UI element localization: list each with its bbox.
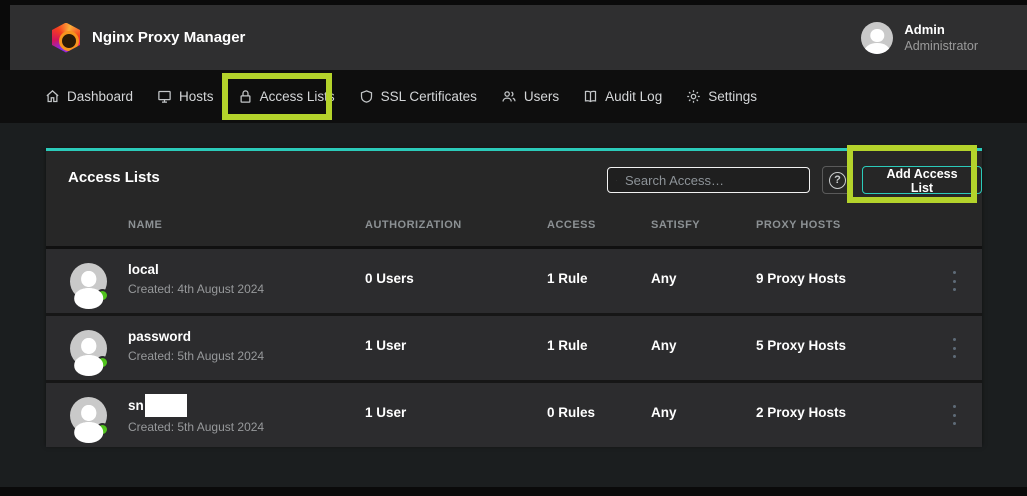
row-avatar (70, 330, 107, 367)
table-header: NAME AUTHORIZATION ACCESS SATISFY PROXY … (46, 208, 982, 246)
page-content: Access Lists ? Add Access List NAME AUTH… (0, 123, 1027, 487)
home-icon (45, 89, 60, 104)
user-info: Admin Administrator (904, 22, 978, 54)
nav-label: Hosts (179, 89, 214, 104)
nav-item-hosts[interactable]: Hosts (157, 89, 214, 104)
column-header-proxy-hosts: PROXY HOSTS (756, 219, 841, 231)
access-list-name: password (128, 327, 264, 346)
nav-label: Settings (708, 89, 757, 104)
satisfy-value: Any (651, 405, 677, 420)
status-online-dot (96, 356, 109, 369)
access-value: 1 Rule (547, 271, 588, 286)
nav-item-audit-log[interactable]: Audit Log (583, 89, 662, 104)
table-row: password Created: 5th August 2024 1 User… (46, 316, 982, 380)
nav-label: Access Lists (260, 89, 335, 104)
access-list-name: local (128, 260, 264, 279)
name-cell: sn Created: 5th August 2024 (128, 394, 264, 437)
row-avatar (70, 397, 107, 434)
table-row: local Created: 4th August 2024 0 Users 1… (46, 249, 982, 313)
status-online-dot (96, 289, 109, 302)
proxy-hosts-value: 5 Proxy Hosts (756, 338, 846, 353)
nav-item-dashboard[interactable]: Dashboard (45, 89, 133, 104)
name-cell: local Created: 4th August 2024 (128, 260, 264, 299)
nav-item-access-lists[interactable]: Access Lists (238, 89, 335, 104)
user-avatar (861, 22, 893, 54)
created-date: Created: 5th August 2024 (128, 346, 264, 366)
column-header-satisfy: SATISFY (651, 219, 700, 231)
redaction-box (145, 394, 187, 417)
add-access-list-button[interactable]: Add Access List (862, 166, 982, 194)
search-icon (616, 173, 617, 188)
created-date: Created: 4th August 2024 (128, 279, 264, 299)
row-menu-kebab-icon[interactable] (946, 271, 962, 291)
gear-icon (686, 89, 701, 104)
access-value: 1 Rule (547, 338, 588, 353)
nav-label: Audit Log (605, 89, 662, 104)
row-menu-kebab-icon[interactable] (946, 338, 962, 358)
access-value: 0 Rules (547, 405, 595, 420)
name-cell: password Created: 5th August 2024 (128, 327, 264, 366)
users-icon (501, 89, 517, 104)
authorization-value: 0 Users (365, 271, 414, 286)
proxy-hosts-value: 9 Proxy Hosts (756, 271, 846, 286)
book-icon (583, 89, 598, 104)
row-menu-kebab-icon[interactable] (946, 405, 962, 425)
satisfy-value: Any (651, 271, 677, 286)
user-name: Admin (904, 22, 978, 38)
satisfy-value: Any (651, 338, 677, 353)
authorization-value: 1 User (365, 405, 406, 420)
app-brand[interactable]: Nginx Proxy Manager (52, 23, 245, 53)
main-nav: Dashboard Hosts Access Lists SSL Certifi… (0, 70, 1027, 123)
user-role: Administrator (904, 38, 978, 54)
column-header-authorization: AUTHORIZATION (365, 219, 462, 231)
lock-icon (238, 89, 253, 104)
shield-icon (359, 89, 374, 104)
panel-title: Access Lists (68, 169, 160, 186)
nav-item-users[interactable]: Users (501, 89, 559, 104)
nav-label: Users (524, 89, 559, 104)
search-box (607, 167, 810, 193)
table-row: sn Created: 5th August 2024 1 User 0 Rul… (46, 383, 982, 447)
nav-item-settings[interactable]: Settings (686, 89, 757, 104)
top-header-bar: Nginx Proxy Manager Admin Administrator (10, 5, 1027, 70)
column-header-name: NAME (128, 219, 162, 231)
app-title: Nginx Proxy Manager (92, 29, 245, 46)
user-menu[interactable]: Admin Administrator (861, 22, 978, 54)
monitor-icon (157, 89, 172, 104)
help-button[interactable]: ? (822, 166, 853, 194)
access-list-name: sn (128, 394, 264, 417)
question-circle-icon: ? (829, 172, 846, 189)
access-lists-panel: Access Lists ? Add Access List NAME AUTH… (46, 148, 982, 445)
proxy-hosts-value: 2 Proxy Hosts (756, 405, 846, 420)
nav-item-ssl-certificates[interactable]: SSL Certificates (359, 89, 477, 104)
nav-label: Dashboard (67, 89, 133, 104)
status-online-dot (96, 423, 109, 436)
column-header-access: ACCESS (547, 219, 596, 231)
search-input[interactable] (625, 173, 801, 188)
row-avatar (70, 263, 107, 300)
authorization-value: 1 User (365, 338, 406, 353)
nav-label: SSL Certificates (381, 89, 477, 104)
npm-hexagon-logo-icon (52, 23, 80, 53)
created-date: Created: 5th August 2024 (128, 417, 264, 437)
